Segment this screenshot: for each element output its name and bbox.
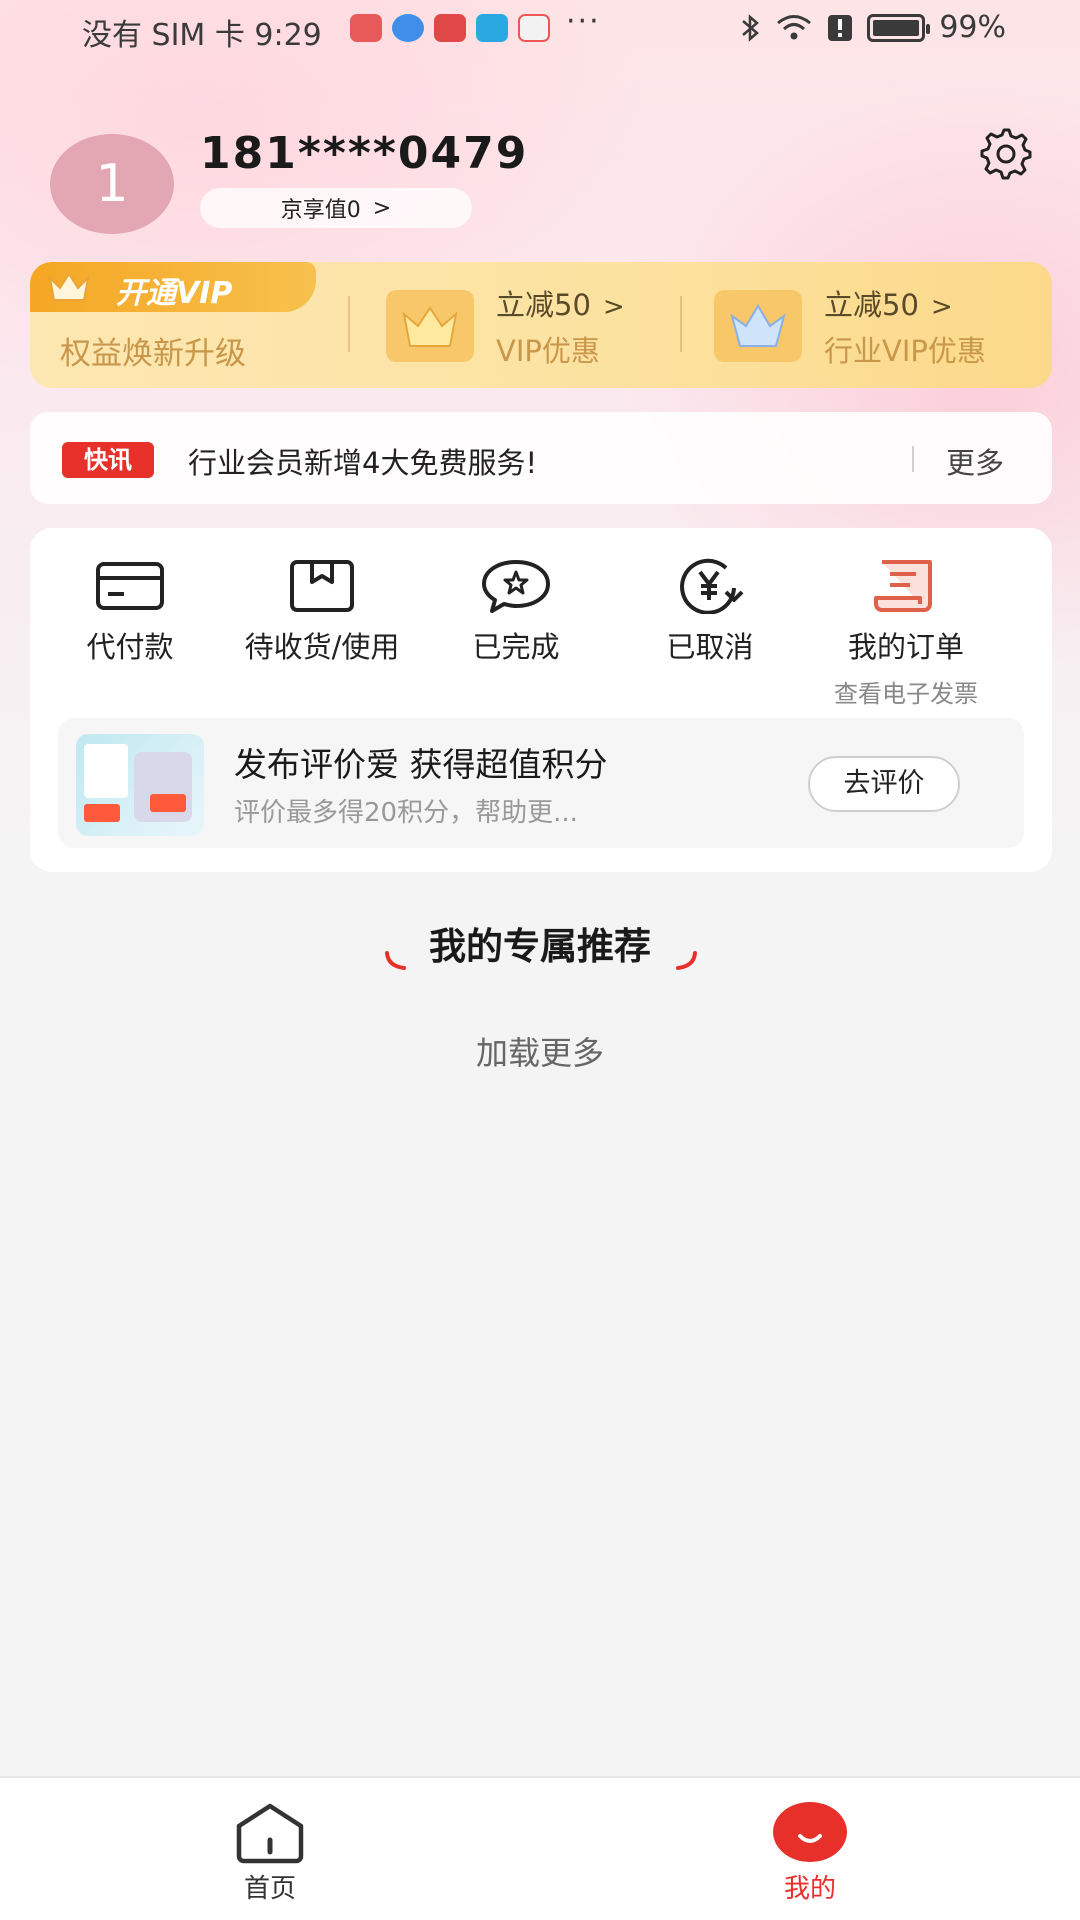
wifi-icon [777, 14, 812, 39]
vip-offer-2-subtitle: 行业VIP优惠 [824, 334, 986, 368]
order-label: 我的订单 [847, 630, 964, 664]
gear-icon[interactable] [980, 128, 1032, 180]
bluetooth-icon [742, 13, 760, 42]
my-orders[interactable]: 我的订单 查看电子发票 [806, 558, 1006, 709]
huawei-app-icon [434, 14, 466, 42]
status-right: 99% [739, 10, 1006, 45]
vip-offer-2[interactable]: 立减50 > 行业VIP优惠 [714, 288, 986, 368]
vip-offer-1-title: 立减50 [496, 288, 591, 322]
battery-percent: 99% [939, 10, 1006, 45]
chevron-right-icon: > [372, 195, 392, 221]
recommend-title: 我的专属推荐 [429, 925, 651, 968]
news-text[interactable]: 行业会员新增4大免费服务! [188, 440, 537, 482]
crown-icon [48, 272, 90, 301]
gold-crown-icon [386, 290, 474, 362]
bottom-nav: 首页 我的 [0, 1776, 1080, 1920]
open-vip-label: 开通VIP [116, 276, 233, 311]
news-divider [912, 446, 914, 472]
alert-icon [828, 14, 853, 41]
vip-divider [680, 296, 682, 352]
tab-label: 首页 [243, 1874, 296, 1904]
order-label: 已取消 [666, 630, 754, 664]
vip-offer-1-title-row: 立减50 > [496, 282, 625, 324]
review-title: 发布评价爱 获得超值积分 [234, 745, 608, 784]
battery-icon [867, 13, 931, 42]
jingxiang-value-button[interactable]: 京享值0 > [200, 188, 472, 228]
news-badge: 快讯 [62, 442, 154, 478]
product-thumbnail [76, 734, 204, 836]
review-star-icon [482, 560, 550, 613]
chevron-right-icon: > [930, 292, 953, 322]
package-icon [290, 560, 354, 612]
tab-label: 我的 [783, 1874, 836, 1904]
home-icon [236, 1803, 304, 1864]
diamond-crown-icon [714, 290, 802, 362]
title-decoration-left [385, 951, 406, 970]
vip-subtitle: 权益焕新升级 [60, 336, 246, 372]
vip-offer-2-title: 立减50 [824, 288, 919, 322]
go-review-button[interactable]: 去评价 [808, 756, 960, 812]
browser-icon [392, 14, 424, 42]
tab-mine[interactable]: 我的 [730, 1800, 890, 1905]
jingxiang-label: 京享值0 [280, 198, 361, 223]
orders-card: 代付款 待收货/使用 已完成 已取消 我的订单 查看电子发票 发布评价爱 获得超… [30, 528, 1052, 872]
invoice-link[interactable]: 查看电子发票 [806, 674, 1006, 709]
more-notifications-icon: ··· [566, 4, 601, 39]
vip-divider [348, 296, 350, 352]
chevron-right-icon: > [602, 292, 625, 322]
open-vip-button[interactable]: 开通VIP [30, 262, 316, 312]
order-label: 代付款 [86, 630, 174, 664]
load-more-button[interactable]: 加载更多 [0, 1028, 1080, 1074]
tab-home[interactable]: 首页 [190, 1800, 350, 1905]
status-bar: 没有 SIM 卡 9:29 ··· 99% [0, 0, 1080, 60]
vip-offer-1-subtitle: VIP优惠 [496, 334, 600, 368]
avatar[interactable]: 1 [50, 134, 174, 234]
order-pending-payment[interactable]: 代付款 [30, 558, 230, 666]
book-app-icon [518, 14, 550, 42]
order-completed[interactable]: 已完成 [416, 558, 616, 666]
order-label: 待收货/使用 [244, 630, 400, 664]
huawei-mall-icon [350, 14, 382, 42]
vip-offer-1[interactable]: 立减50 > VIP优惠 [386, 288, 625, 368]
vip-banner[interactable]: 开通VIP 权益焕新升级 立减50 > VIP优惠 立减50 > 行业VIP优惠 [30, 262, 1052, 388]
order-pending-receipt[interactable]: 待收货/使用 [222, 558, 422, 666]
receipt-icon [874, 560, 932, 612]
order-cancelled[interactable]: 已取消 [610, 558, 810, 666]
status-app-icons [350, 14, 550, 42]
order-label: 已完成 [472, 630, 560, 664]
news-bar[interactable]: 快讯 行业会员新增4大免费服务! 更多 [30, 412, 1052, 504]
card-icon [96, 562, 164, 610]
review-prompt[interactable]: 发布评价爱 获得超值积分 评价最多得20积分，帮助更... 去评价 [58, 718, 1024, 848]
user-phone[interactable]: 181****0479 [200, 128, 528, 179]
vip-offer-2-title-row: 立减50 > [824, 282, 986, 324]
news-more-link[interactable]: 更多 [946, 440, 1004, 482]
search-app-icon [476, 14, 508, 42]
title-decoration-right [676, 951, 697, 970]
refund-yuan-icon [680, 558, 744, 614]
smile-profile-icon [773, 1802, 847, 1862]
review-subtitle: 评价最多得20积分，帮助更... [234, 798, 578, 828]
status-carrier-time: 没有 SIM 卡 9:29 [82, 18, 322, 53]
battery-level [873, 19, 919, 36]
